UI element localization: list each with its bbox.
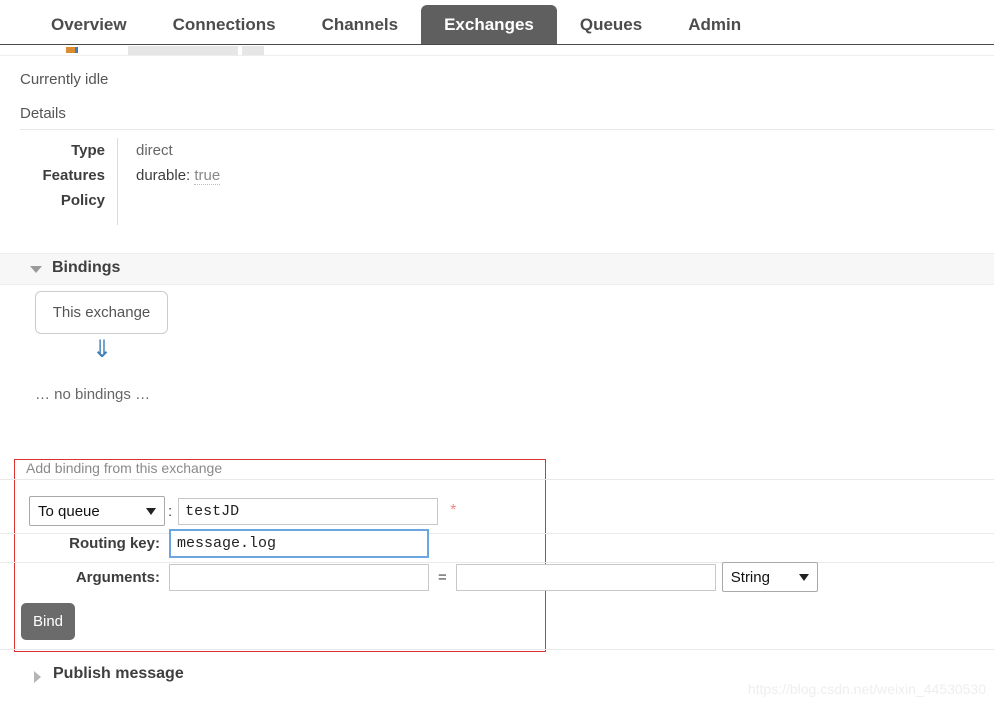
argument-value-input[interactable] — [455, 563, 716, 591]
argument-key-input[interactable] — [169, 563, 429, 591]
sparkline-sliver-icon — [66, 47, 78, 53]
watermark-text: https://blog.csdn.net/weixin_44530530 — [747, 681, 986, 697]
this-exchange-node: This exchange — [35, 291, 168, 334]
tab-queues[interactable]: Queues — [557, 5, 665, 45]
scrolled-row-sliver — [0, 46, 994, 56]
publish-message-title: Publish message — [53, 665, 184, 682]
routing-key-label: Routing key: — [69, 535, 160, 552]
bind-button[interactable]: Bind — [21, 603, 75, 640]
details-label-policy: Policy — [20, 188, 118, 225]
details-label-features: Features — [20, 163, 118, 188]
argument-type-select-wrap: StringNumberBooleanList — [721, 562, 818, 592]
details-heading: Details — [20, 105, 66, 122]
nav-tab-list: Overview Connections Channels Exchanges … — [28, 0, 764, 45]
double-down-arrow-icon: ⇓ — [91, 336, 113, 363]
details-row-type: Type direct — [20, 138, 220, 163]
triangle-right-icon — [34, 671, 41, 683]
tab-connections[interactable]: Connections — [150, 5, 299, 45]
destination-colon: : — [168, 502, 173, 520]
binding-destination-row: To queueTo exchange : * — [29, 496, 456, 526]
form-hairline-1 — [0, 479, 994, 480]
details-value-features: durable: true — [118, 163, 221, 188]
binding-routing-key-row: Routing key: — [29, 529, 429, 558]
arguments-label: Arguments: — [75, 568, 160, 586]
main-navigation: Overview Connections Channels Exchanges … — [0, 0, 994, 45]
destination-name-input[interactable] — [178, 497, 439, 525]
tab-admin[interactable]: Admin — [665, 5, 764, 45]
details-value-type: direct — [136, 142, 173, 159]
sliver-baseline — [0, 55, 994, 56]
details-divider — [20, 129, 994, 130]
triangle-down-icon — [30, 266, 42, 273]
form-hairline-4 — [0, 649, 994, 650]
arguments-equals-sign: = — [438, 568, 447, 586]
details-row-features: Features durable: true — [20, 163, 221, 188]
tab-channels[interactable]: Channels — [299, 5, 422, 45]
tab-overview[interactable]: Overview — [28, 5, 150, 45]
details-value-policy — [118, 188, 221, 225]
this-exchange-label: This exchange — [52, 304, 151, 321]
required-asterisk: * — [450, 502, 457, 519]
details-row-policy: Policy — [20, 188, 220, 225]
exchange-details-table: Type direct Features durable: true Polic… — [20, 138, 221, 225]
routing-key-input[interactable] — [169, 529, 429, 558]
destination-type-select-wrap: To queueTo exchange — [29, 496, 165, 526]
argument-type-select[interactable]: StringNumberBooleanList — [721, 562, 818, 592]
bindings-title: Bindings — [52, 259, 121, 276]
binding-arguments-row: Arguments: = StringNumberBooleanList — [29, 562, 818, 592]
feature-value: true — [194, 167, 221, 185]
details-label-type: Type — [20, 138, 118, 163]
nav-divider — [0, 44, 994, 45]
add-binding-legend: Add binding from this exchange — [22, 460, 227, 476]
destination-type-select[interactable]: To queueTo exchange — [29, 496, 165, 526]
status-text: Currently idle — [20, 71, 109, 88]
no-bindings-text: … no bindings … — [35, 386, 151, 403]
bindings-section-header[interactable]: Bindings — [0, 253, 994, 285]
tab-exchanges[interactable]: Exchanges — [421, 5, 557, 45]
feature-key: durable: — [136, 167, 191, 184]
